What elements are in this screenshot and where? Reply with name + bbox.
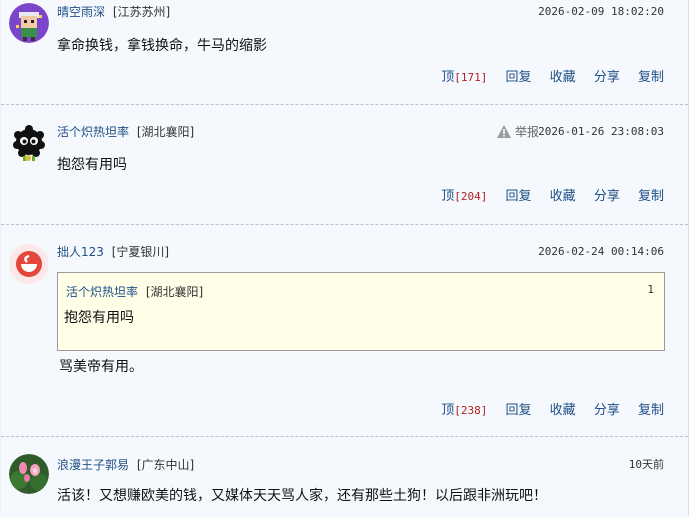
reply-button[interactable]: 回复 — [506, 403, 532, 418]
report-label: 举报 — [514, 125, 539, 139]
share-button[interactable]: 分享 — [594, 189, 620, 204]
quoted-location: [湖北襄阳] — [145, 285, 204, 299]
username[interactable]: 活个炽热坦率 — [57, 125, 129, 139]
upvote-label: 顶 — [441, 70, 455, 85]
comment-text: 抱怨有用吗 — [57, 157, 127, 173]
upvote-label: 顶 — [441, 403, 455, 418]
reply-button[interactable]: 回复 — [506, 70, 532, 85]
copy-button[interactable]: 复制 — [638, 403, 664, 418]
user-location: [江苏苏州] — [112, 5, 171, 19]
comment-text: 骂美帝有用。 — [59, 359, 143, 375]
comment-item: 晴空雨深 [江苏苏州] 2026-02-09 18:02:20 拿命换钱，拿钱换… — [1, 0, 688, 105]
upvote-button[interactable]: 顶[204] — [441, 189, 487, 204]
comment-time: 2026-01-26 23:08:03 — [538, 125, 664, 138]
quoted-username[interactable]: 活个炽热坦率 — [66, 285, 138, 299]
comment-header: 浪漫王子郭易 [广东中山] 10天前 — [57, 458, 664, 472]
comment-time: 10天前 — [628, 458, 664, 471]
copy-button[interactable]: 复制 — [638, 189, 664, 204]
comment-actions: 顶[238] 回复 收藏 分享 复制 — [427, 403, 664, 419]
upvote-count: [171] — [454, 71, 488, 84]
favorite-button[interactable]: 收藏 — [550, 70, 576, 85]
username[interactable]: 晴空雨深 — [57, 5, 105, 19]
user-location: [广东中山] — [136, 458, 195, 472]
comment-item: 拙人123 [宁夏银川] 2026-02-24 00:14:06 活个炽热坦率 … — [1, 225, 688, 437]
user-avatar[interactable] — [9, 244, 49, 284]
favorite-button[interactable]: 收藏 — [550, 189, 576, 204]
comment-time: 2026-02-24 00:14:06 — [538, 245, 664, 258]
upvote-button[interactable]: 顶[171] — [441, 70, 487, 85]
user-avatar[interactable] — [9, 123, 49, 163]
upvote-button[interactable]: 顶[238] — [441, 403, 487, 418]
quoted-floor-number: 1 — [647, 283, 654, 296]
share-button[interactable]: 分享 — [594, 70, 620, 85]
username[interactable]: 拙人123 — [57, 245, 104, 259]
upvote-count: [238] — [454, 404, 488, 417]
user-avatar[interactable] — [9, 3, 49, 43]
comment-time: 2026-02-09 18:02:20 — [538, 5, 664, 18]
comment-item: 浪漫王子郭易 [广东中山] 10天前 活该！又想赚欧美的钱，又媒体天天骂人家，还… — [1, 437, 688, 517]
username[interactable]: 浪漫王子郭易 — [57, 458, 129, 472]
user-avatar[interactable] — [9, 454, 49, 494]
quoted-user: 活个炽热坦率 [湖北襄阳] — [66, 283, 203, 300]
user-location: [宁夏银川] — [111, 245, 170, 259]
comment-header: 晴空雨深 [江苏苏州] 2026-02-09 18:02:20 — [57, 5, 664, 19]
user-location: [湖北襄阳] — [136, 125, 195, 139]
comment-header: 活个炽热坦率 [湖北襄阳] 举报 2026-01-26 23:08:03 — [57, 125, 664, 139]
report-button[interactable]: 举报 — [496, 125, 539, 139]
comment-header: 拙人123 [宁夏银川] 2026-02-24 00:14:06 — [57, 245, 664, 259]
upvote-label: 顶 — [441, 189, 455, 204]
comment-list: 晴空雨深 [江苏苏州] 2026-02-09 18:02:20 拿命换钱，拿钱换… — [0, 0, 689, 516]
comment-item: 活个炽热坦率 [湖北襄阳] 举报 2026-01-26 23:08:03 抱怨有… — [1, 105, 688, 225]
quoted-comment: 活个炽热坦率 [湖北襄阳] 1 抱怨有用吗 — [57, 272, 665, 351]
comment-actions: 顶[204] 回复 收藏 分享 复制 — [427, 189, 664, 205]
reply-button[interactable]: 回复 — [506, 189, 532, 204]
copy-button[interactable]: 复制 — [638, 70, 664, 85]
share-button[interactable]: 分享 — [594, 403, 620, 418]
favorite-button[interactable]: 收藏 — [550, 403, 576, 418]
comment-text: 拿命换钱，拿钱换命，牛马的缩影 — [57, 38, 267, 54]
upvote-count: [204] — [454, 190, 488, 203]
comment-actions: 顶[171] 回复 收藏 分享 复制 — [427, 70, 664, 86]
comment-text: 活该！又想赚欧美的钱，又媒体天天骂人家，还有那些土狗！以后跟非洲玩吧！ — [57, 488, 547, 504]
quoted-text: 抱怨有用吗 — [64, 310, 134, 326]
warning-triangle-icon — [496, 125, 511, 138]
